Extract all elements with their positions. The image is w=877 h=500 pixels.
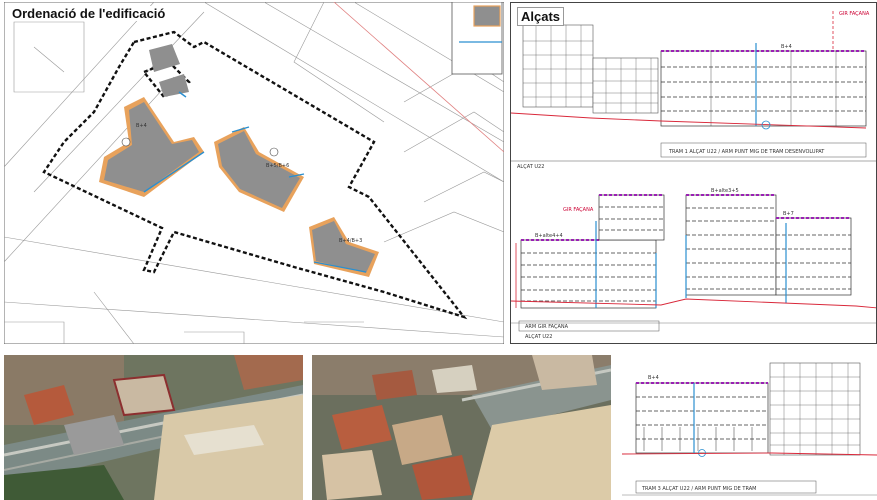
block-label-1: B+4 — [136, 123, 147, 129]
aerial-photo-2 — [312, 355, 611, 500]
bottom-caption: TRAM 3 ALÇAT U22 / ARM PUNT MIG DE TRAM — [641, 486, 756, 492]
top-facade-label: GIR FAÇANA — [839, 11, 870, 17]
block-label-3: B+4/B+3 — [339, 238, 362, 244]
middle-sublabel: ALÇAT U22 — [525, 334, 552, 340]
plan-panel: B+4 B+5/B+6 B+4/B+3 Ordenació de l'edifi… — [4, 2, 504, 344]
middle-caption: ARM GIR FAÇANA — [525, 324, 569, 330]
elevations-drawing: B+4 GIR FAÇANA TRAM 1 ALÇAT U22 / ARM PU… — [511, 11, 876, 340]
top-height-label: B+4 — [781, 44, 792, 50]
elevation-bottom-panel: B+4 TRAM 3 ALÇAT U22 / ARM PUNT MIG DE T… — [622, 355, 877, 500]
middle-center-height: B+alte3+5 — [711, 188, 739, 194]
block-label-2: B+5/B+6 — [266, 163, 289, 169]
elevation-top: B+4 GIR FAÇANA TRAM 1 ALÇAT U22 / ARM PU… — [511, 11, 876, 170]
inset-building — [473, 5, 501, 27]
site-plan-drawing: B+4 B+5/B+6 B+4/B+3 — [4, 2, 504, 344]
elevations-panel: B+4 GIR FAÇANA TRAM 1 ALÇAT U22 / ARM PU… — [510, 2, 877, 344]
middle-right-height: B+7 — [783, 211, 794, 217]
plan-title: Ordenació de l'edificació — [10, 6, 168, 21]
aerial-photo-2-drawing — [312, 355, 611, 500]
middle-facade-label: GIR FAÇANA — [563, 207, 594, 213]
aerial-photo-1 — [4, 355, 303, 500]
aerial-photo-1-drawing — [4, 355, 303, 500]
elevation-middle: B+alte4+4 GIR FAÇANA B+alte3+5 B+7 ARM G… — [511, 188, 876, 340]
elevations-title: Alçats — [517, 7, 565, 26]
bottom-height-label: B+4 — [648, 375, 659, 381]
top-caption: TRAM 1 ALÇAT U22 / ARM PUNT MIG DE TRAM … — [668, 149, 825, 155]
middle-left-height: B+alte4+4 — [535, 233, 563, 239]
elevation-bottom-drawing: B+4 TRAM 3 ALÇAT U22 / ARM PUNT MIG DE T… — [622, 362, 877, 496]
top-sublabel: ALÇAT U22 — [517, 164, 544, 170]
